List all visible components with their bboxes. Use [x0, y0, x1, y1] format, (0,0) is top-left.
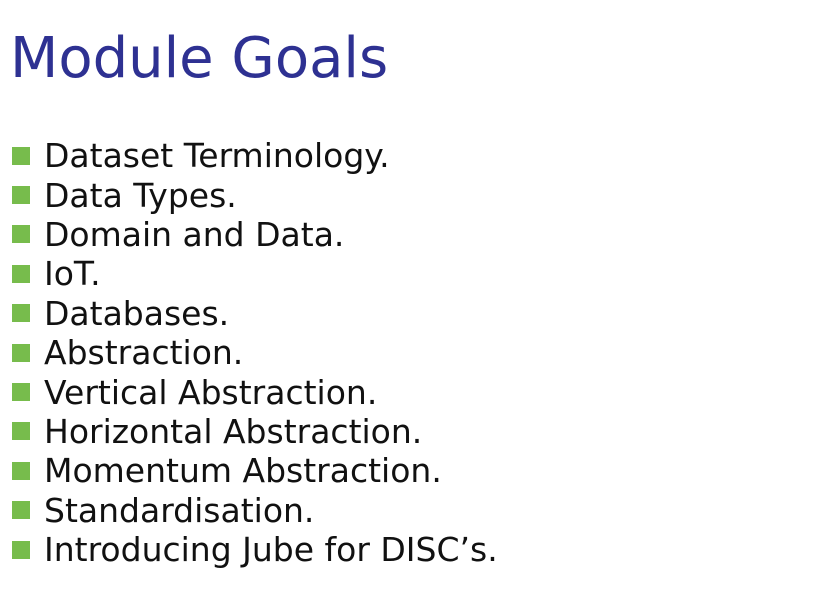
- square-bullet-icon: [12, 225, 30, 244]
- square-bullet-icon: [12, 383, 30, 402]
- slide-title: Module Goals: [10, 26, 389, 91]
- list-item-text: Abstraction.: [44, 333, 244, 373]
- square-bullet-icon: [12, 540, 30, 559]
- list-item-text: Data Types.: [44, 175, 237, 215]
- list-item-text: Momentum Abstraction.: [44, 451, 442, 491]
- list-item: Data Types.: [12, 175, 498, 215]
- list-item-text: Standardisation.: [44, 490, 315, 530]
- list-item: Databases.: [12, 294, 498, 333]
- list-item: Standardisation.: [12, 491, 498, 530]
- list-item: Abstraction.: [12, 333, 498, 372]
- list-item: Momentum Abstraction.: [12, 451, 498, 490]
- list-item: Vertical Abstraction.: [12, 372, 498, 412]
- list-item-text: Dataset Terminology.: [44, 136, 390, 176]
- list-item-text: IoT.: [44, 254, 101, 294]
- list-item: Dataset Terminology.: [12, 136, 498, 175]
- list-item: Horizontal Abstraction.: [12, 412, 498, 451]
- square-bullet-icon: [12, 304, 30, 323]
- list-item-text: Databases.: [44, 293, 230, 333]
- list-item-text: Domain and Data.: [44, 214, 345, 254]
- bullet-list: Dataset Terminology. Data Types. Domain …: [12, 136, 498, 569]
- square-bullet-icon: [12, 501, 30, 520]
- list-item: Domain and Data.: [12, 215, 498, 254]
- square-bullet-icon: [12, 461, 30, 480]
- list-item: IoT.: [12, 254, 498, 293]
- list-item-text: Horizontal Abstraction.: [44, 411, 423, 451]
- square-bullet-icon: [12, 422, 30, 441]
- list-item: Introducing Jube for DISC’s.: [12, 530, 498, 569]
- list-item-text: Vertical Abstraction.: [44, 372, 378, 412]
- square-bullet-icon: [12, 146, 30, 165]
- slide: Module Goals Dataset Terminology. Data T…: [0, 0, 839, 596]
- square-bullet-icon: [12, 343, 30, 362]
- list-item-text: Introducing Jube for DISC’s.: [44, 530, 498, 570]
- square-bullet-icon: [12, 186, 30, 205]
- square-bullet-icon: [12, 264, 30, 283]
